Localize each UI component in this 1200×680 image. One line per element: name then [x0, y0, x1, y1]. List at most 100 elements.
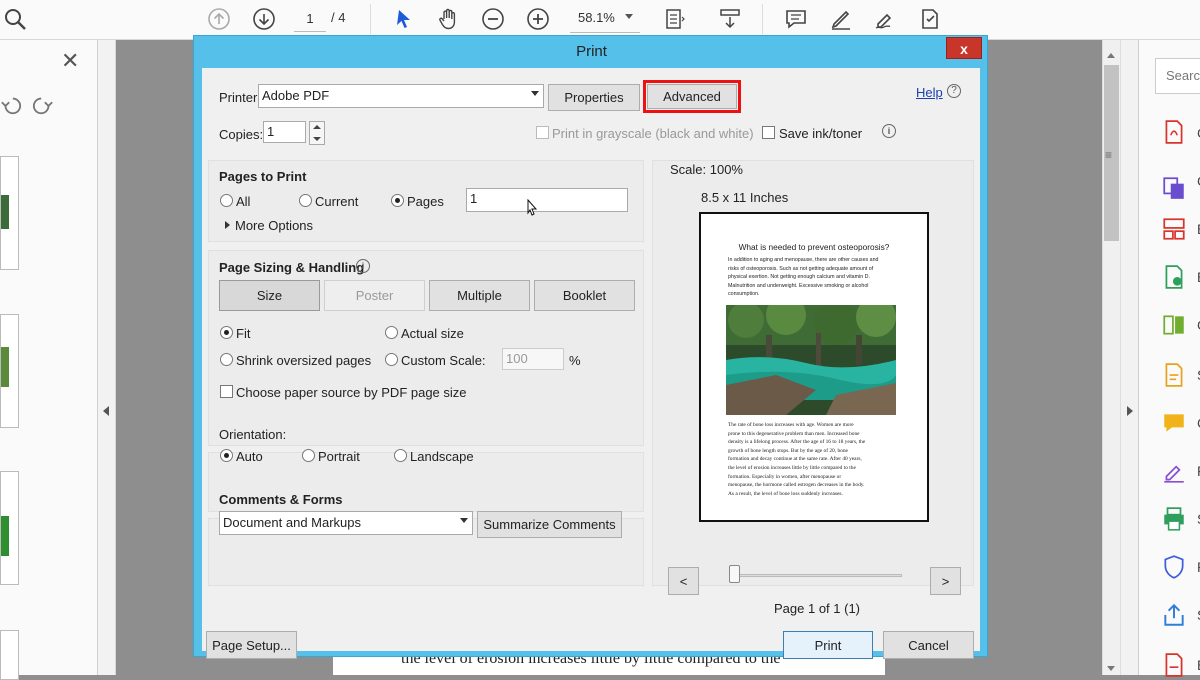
- actual-size-radio[interactable]: [385, 326, 398, 339]
- organize-pages-icon[interactable]: [1161, 216, 1187, 242]
- preview-paragraph-1: In addition to aging and menopause, ther…: [728, 257, 879, 298]
- page-number-input[interactable]: 1: [294, 8, 326, 32]
- print-production-icon[interactable]: [1161, 506, 1187, 532]
- copies-input[interactable]: 1: [263, 121, 306, 143]
- paper-source-checkbox[interactable]: [220, 385, 233, 398]
- orientation-heading: Orientation:: [219, 427, 287, 442]
- panel-grip-icon[interactable]: ≡: [1105, 148, 1112, 162]
- stepper-down-icon[interactable]: [313, 137, 321, 141]
- zoom-in-icon[interactable]: [523, 4, 553, 34]
- custom-scale-radio[interactable]: [385, 353, 398, 366]
- export-pdf-icon[interactable]: [1161, 264, 1187, 290]
- scroll-up-icon[interactable]: [1107, 53, 1115, 58]
- cancel-button[interactable]: Cancel: [883, 631, 974, 659]
- text-cursor-icon: [527, 198, 539, 220]
- copies-label: Copies:: [219, 127, 264, 142]
- pages-current-radio[interactable]: [299, 194, 312, 207]
- vertical-scrollbar[interactable]: [1102, 40, 1120, 675]
- share-icon[interactable]: [1161, 602, 1187, 628]
- fit-radio[interactable]: [220, 326, 233, 339]
- comments-value: Document and Markups: [223, 515, 362, 530]
- search-zoom-icon[interactable]: [0, 4, 30, 34]
- print-button[interactable]: Print: [783, 631, 873, 659]
- edit-pdf-icon[interactable]: [1161, 312, 1187, 338]
- save-ink-label: Save ink/toner: [779, 126, 863, 141]
- info-icon[interactable]: i: [882, 124, 896, 138]
- printer-label: Printer:: [219, 90, 261, 105]
- comment-tool-icon[interactable]: [1161, 410, 1187, 436]
- advanced-button[interactable]: Advanced: [647, 84, 737, 109]
- more-tools-icon[interactable]: [1161, 652, 1187, 678]
- left-thumbnail-panel: ✕: [0, 40, 98, 680]
- highlight-pen-icon[interactable]: [826, 4, 856, 34]
- page-thumbnail-1[interactable]: [0, 156, 19, 270]
- select-arrow-icon[interactable]: [389, 4, 419, 34]
- preview-page-slider[interactable]: [732, 574, 902, 577]
- scroll-down-icon[interactable]: [1107, 666, 1115, 671]
- close-panel-icon[interactable]: ✕: [61, 50, 79, 72]
- create-pdf-icon[interactable]: [1161, 119, 1187, 145]
- zoom-dropdown-icon[interactable]: [625, 14, 633, 19]
- booklet-tab[interactable]: Booklet: [534, 280, 635, 311]
- page-fit-icon[interactable]: [660, 4, 690, 34]
- comment-icon[interactable]: [781, 4, 811, 34]
- multiple-tab[interactable]: Multiple: [429, 280, 530, 311]
- page-thumbnail-2[interactable]: [0, 314, 19, 428]
- help-link[interactable]: Help: [916, 85, 943, 100]
- pages-all-radio[interactable]: [220, 194, 233, 207]
- collapse-left-icon[interactable]: [103, 406, 109, 416]
- left-panel-collapse-strip[interactable]: [98, 40, 116, 675]
- chevron-down-icon: [460, 518, 468, 523]
- send-for-signature-icon[interactable]: [1161, 458, 1187, 484]
- orientation-auto-radio[interactable]: [220, 449, 233, 462]
- orientation-portrait-radio[interactable]: [302, 449, 315, 462]
- rotate-left-icon[interactable]: [0, 94, 22, 119]
- expand-triangle-icon[interactable]: [225, 221, 230, 229]
- comments-select[interactable]: Document and Markups: [219, 511, 473, 535]
- fill-sign-icon[interactable]: [1161, 362, 1187, 388]
- expand-right-icon[interactable]: [1127, 406, 1133, 416]
- preview-page-status: Page 1 of 1 (1): [774, 601, 860, 616]
- pages-range-input[interactable]: 1: [466, 188, 628, 212]
- pages-to-print-heading: Pages to Print: [219, 169, 307, 184]
- poster-tab[interactable]: Poster: [324, 280, 425, 311]
- previous-page-icon[interactable]: [204, 4, 234, 34]
- copies-stepper[interactable]: [309, 121, 325, 145]
- sizing-info-icon[interactable]: i: [356, 259, 370, 273]
- zoom-level[interactable]: 58.1%: [578, 10, 615, 25]
- save-ink-checkbox[interactable]: [762, 126, 775, 139]
- stamp-icon[interactable]: [915, 4, 945, 34]
- zoom-underline: [570, 32, 640, 33]
- preview-scale: Scale: 100%: [670, 162, 743, 177]
- page-setup-button[interactable]: Page Setup...: [206, 631, 297, 659]
- page-thumbnail-4[interactable]: [0, 630, 19, 680]
- hand-tool-icon[interactable]: [433, 4, 463, 34]
- printer-select[interactable]: Adobe PDF: [258, 84, 544, 108]
- orientation-landscape-radio[interactable]: [394, 449, 407, 462]
- preview-slider-thumb[interactable]: [729, 565, 740, 583]
- sign-icon[interactable]: [870, 4, 900, 34]
- dialog-close-button[interactable]: x: [946, 37, 982, 59]
- zoom-out-icon[interactable]: [478, 4, 508, 34]
- properties-button[interactable]: Properties: [548, 84, 640, 111]
- grayscale-checkbox[interactable]: [536, 126, 549, 139]
- shrink-radio[interactable]: [220, 353, 233, 366]
- scroll-mode-icon[interactable]: [715, 4, 745, 34]
- custom-scale-input[interactable]: 100: [502, 348, 564, 370]
- preview-prev-button[interactable]: <: [668, 567, 699, 595]
- stepper-up-icon[interactable]: [313, 125, 321, 129]
- pages-range-radio[interactable]: [391, 194, 404, 207]
- summarize-comments-button[interactable]: Summarize Comments: [477, 511, 622, 538]
- size-tab[interactable]: Size: [219, 280, 320, 311]
- paper-source-label: Choose paper source by PDF page size: [236, 385, 467, 400]
- more-options-toggle[interactable]: More Options: [235, 218, 313, 233]
- next-page-icon[interactable]: [249, 4, 279, 34]
- page-thumbnail-3[interactable]: [0, 471, 19, 585]
- help-icon[interactable]: ?: [947, 84, 961, 98]
- preview-next-button[interactable]: >: [930, 567, 961, 595]
- protect-icon[interactable]: [1161, 554, 1187, 580]
- rotate-right-icon[interactable]: [32, 94, 54, 119]
- tools-search-input[interactable]: Searc: [1155, 58, 1200, 94]
- right-panel-collapse-strip[interactable]: ≡: [1105, 40, 1138, 675]
- combine-files-icon[interactable]: [1161, 175, 1187, 201]
